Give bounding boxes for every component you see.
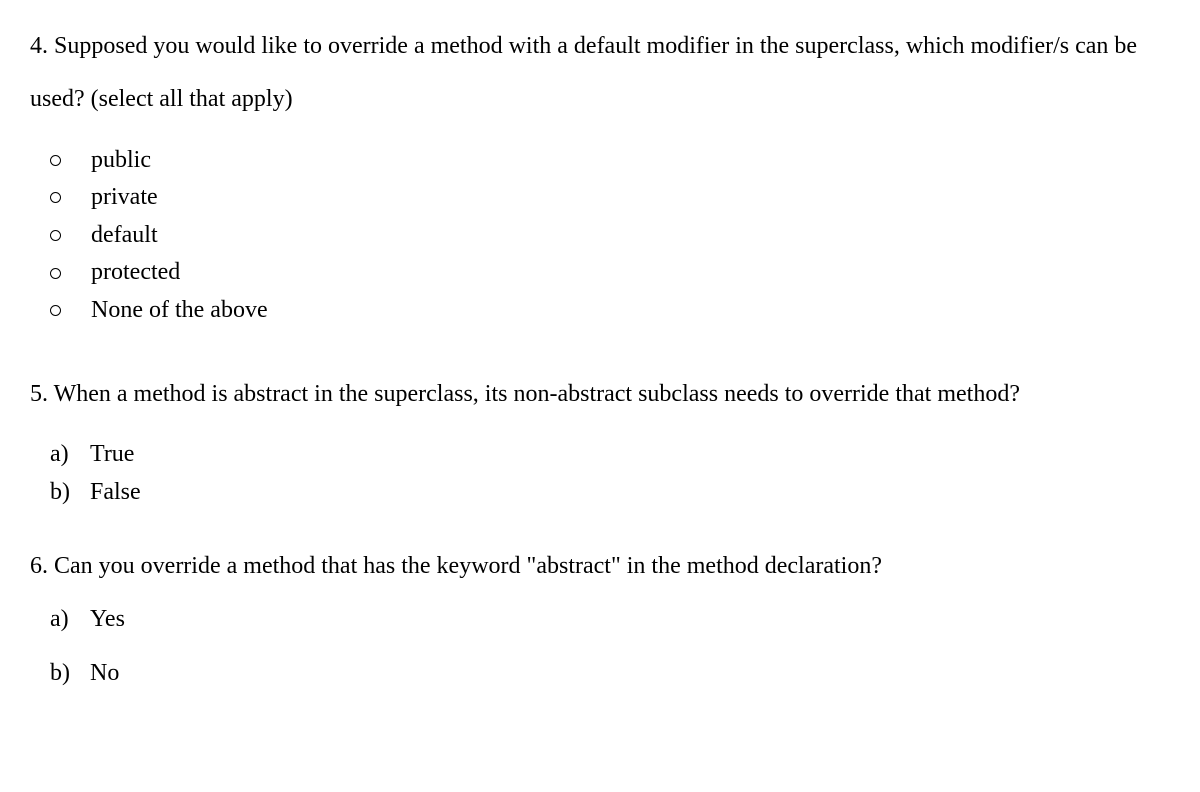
question-6-text: 6. Can you override a method that has th…	[30, 550, 1170, 584]
option-row[interactable]: a) Yes	[50, 603, 1170, 637]
option-row[interactable]: b) False	[50, 476, 1170, 510]
question-5: 5. When a method is abstract in the supe…	[30, 368, 1170, 510]
option-row[interactable]: a) True	[50, 438, 1170, 472]
question-4-number: 4.	[30, 33, 48, 59]
option-row[interactable]: public	[50, 144, 1170, 178]
option-label: public	[91, 144, 151, 178]
circle-icon	[50, 305, 61, 316]
option-label: Yes	[90, 603, 125, 637]
circle-icon	[50, 268, 61, 279]
option-row[interactable]: b) No	[50, 657, 1170, 691]
option-row[interactable]: None of the above	[50, 294, 1170, 328]
circle-icon	[50, 192, 61, 203]
question-6: 6. Can you override a method that has th…	[30, 550, 1170, 691]
circle-icon	[50, 230, 61, 241]
option-label: No	[90, 657, 119, 691]
question-6-options: a) Yes b) No	[50, 603, 1170, 690]
option-marker: b)	[50, 476, 90, 510]
question-5-body: When a method is abstract in the supercl…	[54, 381, 1020, 407]
question-4-options: public private default protected None of…	[50, 144, 1170, 328]
question-5-text: 5. When a method is abstract in the supe…	[30, 368, 1170, 421]
question-4-text: 4. Supposed you would like to override a…	[30, 20, 1170, 126]
option-label: default	[91, 219, 158, 253]
option-marker: a)	[50, 603, 90, 637]
circle-icon	[50, 155, 61, 166]
option-label: False	[90, 476, 141, 510]
question-6-number: 6.	[30, 553, 48, 579]
question-5-options: a) True b) False	[50, 438, 1170, 509]
question-6-body: Can you override a method that has the k…	[54, 553, 882, 579]
option-label: None of the above	[91, 294, 268, 328]
option-label: protected	[91, 256, 180, 290]
option-row[interactable]: protected	[50, 256, 1170, 290]
option-row[interactable]: default	[50, 219, 1170, 253]
question-5-number: 5.	[30, 381, 48, 407]
option-marker: b)	[50, 657, 90, 691]
option-row[interactable]: private	[50, 181, 1170, 215]
option-label: True	[90, 438, 134, 472]
option-marker: a)	[50, 438, 90, 472]
question-4-body: Supposed you would like to override a me…	[30, 33, 1137, 112]
question-4: 4. Supposed you would like to override a…	[30, 20, 1170, 328]
option-label: private	[91, 181, 158, 215]
